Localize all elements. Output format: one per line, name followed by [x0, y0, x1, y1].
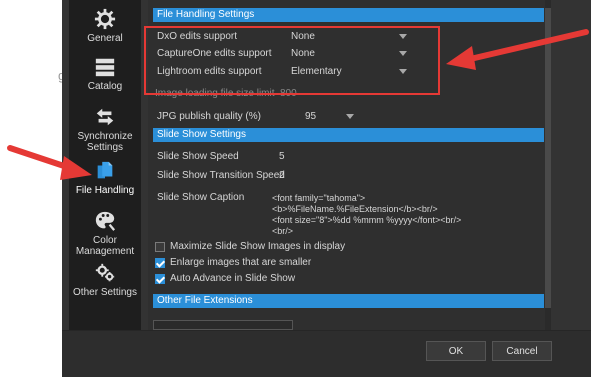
sidebar-item-label: Synchronize — [77, 131, 133, 142]
enlarge-label: Enlarge images that are smaller — [170, 257, 312, 268]
sync-icon — [96, 108, 114, 126]
annotation-arrow-icon — [7, 145, 92, 180]
sidebar-item-label: Other Settings — [73, 287, 137, 298]
sidebar-item-label: Color — [93, 235, 117, 246]
catalog-icon — [95, 58, 115, 77]
caption-label: Slide Show Caption — [157, 192, 245, 203]
transition-speed-label: Slide Show Transition Speed — [157, 170, 285, 181]
auto-advance-label: Auto Advance in Slide Show — [170, 273, 296, 284]
section-header-slide-show: Slide Show Settings — [153, 128, 544, 142]
sidebar-item-catalog[interactable]: Catalog — [69, 56, 141, 92]
jpg-quality-label: JPG publish quality (%) — [157, 111, 261, 122]
caption-line: <font family="tahoma"> — [272, 193, 366, 203]
sidebar-item-general[interactable]: General — [69, 8, 141, 44]
file-handling-icon — [97, 161, 113, 179]
maximize-checkbox[interactable] — [155, 242, 165, 252]
caption-textarea[interactable]: <font family="tahoma"> <b>%FileName.%Fil… — [272, 182, 461, 237]
chevron-down-icon[interactable] — [346, 114, 354, 119]
annotation-highlight-box — [144, 26, 440, 95]
transition-speed-value[interactable]: 2 — [279, 170, 285, 182]
enlarge-checkbox[interactable] — [155, 258, 165, 268]
sidebar-item-label: Catalog — [87, 81, 123, 92]
sidebar-item-other-settings[interactable]: Other Settings — [69, 262, 141, 298]
maximize-label: Maximize Slide Show Images in display — [170, 241, 346, 252]
caption-line: <br/> — [272, 226, 294, 236]
annotation-arrow-icon — [446, 29, 589, 70]
cancel-button[interactable]: Cancel — [492, 341, 552, 361]
palette-icon — [95, 211, 116, 231]
ok-button[interactable]: OK — [426, 341, 486, 361]
sidebar-item-label: Management — [75, 246, 135, 257]
sidebar-item-color-management[interactable]: Color Management — [69, 210, 141, 257]
other-settings-icon — [95, 263, 115, 282]
slide-speed-label: Slide Show Speed — [157, 151, 239, 162]
section-header-file-handling: File Handling Settings — [153, 8, 544, 22]
caption-line: <b>%FileName.%FileExtension</b><br/> — [272, 204, 438, 214]
gear-icon — [94, 8, 116, 30]
sidebar-item-label: General — [87, 33, 123, 44]
auto-advance-checkbox[interactable] — [155, 274, 165, 284]
caption-line: <font size="8">%dd %mmm %yyyy</font><br/… — [272, 215, 462, 225]
extensions-input[interactable] — [153, 320, 293, 330]
section-header-other-extensions: Other File Extensions — [153, 294, 544, 308]
jpg-quality-select[interactable]: 95 — [305, 111, 316, 123]
slide-speed-value[interactable]: 5 — [279, 151, 285, 163]
